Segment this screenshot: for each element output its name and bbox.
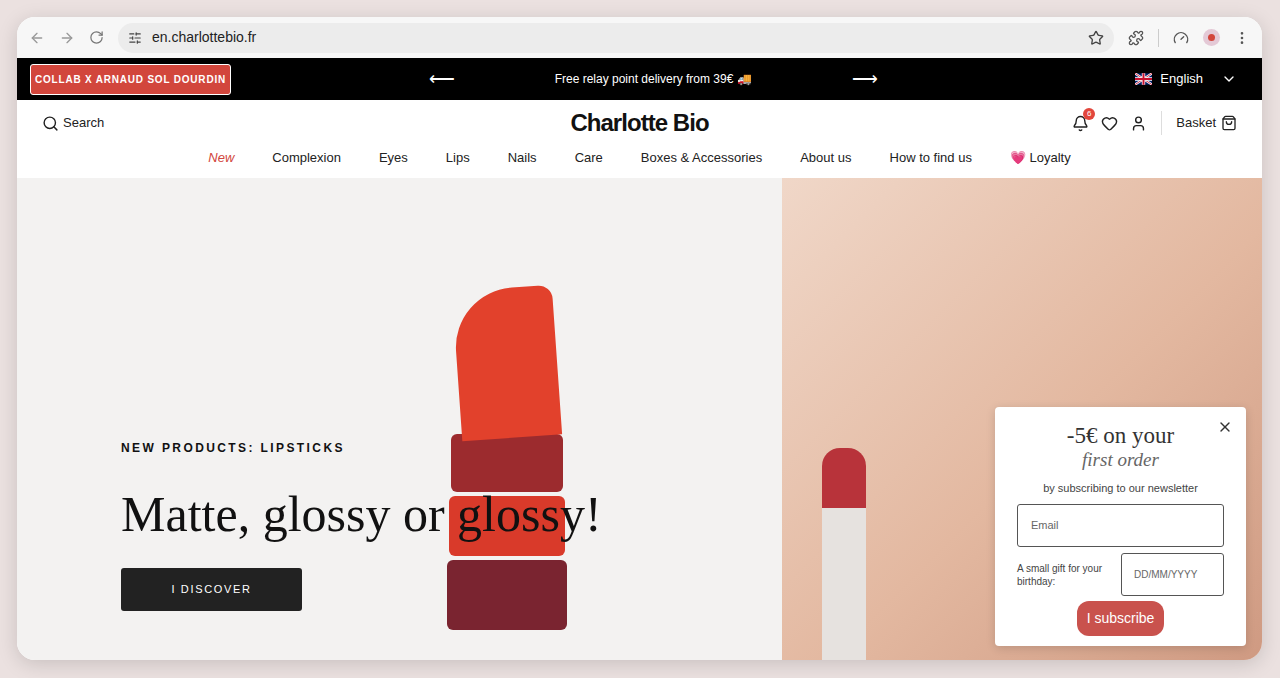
basket-label[interactable]: Basket	[1176, 113, 1216, 133]
announcement-bar: COLLAB X ARNAUD SOL DOURDIN ⟵ Free relay p…	[17, 58, 1262, 100]
chevron-down-icon[interactable]	[1221, 71, 1237, 87]
lipstick-slice	[451, 434, 563, 492]
nav-item[interactable]: Complexion	[272, 148, 341, 168]
reload-icon[interactable]	[89, 30, 104, 45]
language-selector[interactable]: English	[1135, 69, 1249, 89]
basket-button[interactable]: Basket	[1176, 113, 1237, 133]
nav-item[interactable]: New	[208, 148, 234, 168]
hero-title: Matte, glossy or glossy!	[121, 487, 782, 542]
nav-item[interactable]: Boxes & Accessories	[641, 148, 762, 168]
subscribe-button[interactable]: I subscribe	[1077, 601, 1165, 636]
toolbar-separator	[1158, 29, 1159, 47]
previous-arrow[interactable]: ⟵	[429, 66, 455, 93]
birthday-placeholder[interactable]: DD/MM/YYYY	[1134, 567, 1197, 582]
search-label[interactable]: Search	[63, 113, 104, 133]
announcement-message: Free relay point delivery from 39€ 🚚	[555, 70, 752, 88]
url-text[interactable]: en.charlottebio.fr	[152, 27, 1078, 48]
announcement-carousel: ⟵ Free relay point delivery from 39€ 🚚 ⟶	[231, 66, 1135, 93]
forward-icon[interactable]	[59, 30, 75, 46]
birthday-row: A small gift for your birthday: DD/MM/YYY…	[1017, 553, 1224, 596]
account-user-icon[interactable]	[1130, 115, 1147, 132]
notifications-button[interactable]: 6	[1072, 115, 1089, 132]
header-actions: 6 Basket	[839, 111, 1237, 135]
language-label[interactable]: English	[1160, 69, 1203, 89]
browser-toolbar: en.charlottebio.fr	[17, 17, 1262, 58]
popup-subtitle-italic: first order	[1082, 449, 1159, 472]
notifications-badge: 6	[1083, 108, 1095, 120]
logo[interactable]: Charlotte Bio	[440, 111, 838, 135]
site-settings-icon[interactable]	[128, 31, 142, 45]
email-input[interactable]: Email	[1017, 504, 1224, 547]
popup-description: by subscribing to our newsletter	[1043, 480, 1198, 497]
uk-flag-icon	[1135, 73, 1152, 85]
nav-item[interactable]: Care	[575, 148, 603, 168]
search-icon[interactable]	[42, 115, 59, 132]
close-icon[interactable]	[1217, 419, 1233, 435]
nav-item[interactable]: Nails	[508, 148, 537, 168]
hero-eyebrow: NEW PRODUCTS: LIPSTICKS	[121, 439, 782, 457]
menu-icon[interactable]	[1234, 30, 1250, 46]
hero-left-panel: NEW PRODUCTS: LIPSTICKS Matte, glossy or …	[17, 178, 782, 660]
browser-window: en.charlottebio.fr COLLAB X ARNAUD SOL DO…	[17, 17, 1262, 660]
lipstick-tip	[452, 285, 562, 442]
lipstick-slice	[447, 560, 567, 630]
wishlist-heart-icon[interactable]	[1101, 115, 1118, 132]
nav-item[interactable]: About us	[800, 148, 851, 168]
nav-item[interactable]: 💗 Loyalty	[1010, 148, 1071, 168]
bag-icon[interactable]	[1221, 115, 1237, 131]
header-separator	[1161, 111, 1162, 135]
discover-button[interactable]: I DISCOVER	[121, 568, 302, 611]
birthday-input[interactable]: DD/MM/YYYY	[1121, 553, 1224, 596]
extensions-icon[interactable]	[1128, 30, 1144, 46]
profile-avatar-icon[interactable]	[1203, 29, 1220, 46]
nav-item[interactable]: Lips	[446, 148, 470, 168]
nav-item[interactable]: How to find us	[890, 148, 972, 168]
photo-lipstick	[822, 448, 866, 660]
collab-button[interactable]: COLLAB X ARNAUD SOL DOURDIN	[30, 64, 231, 95]
next-arrow[interactable]: ⟶	[852, 66, 878, 93]
newsletter-popup: -5€ on yourfirst order by subscribing to …	[995, 407, 1246, 646]
bookmark-star-icon[interactable]	[1088, 30, 1104, 46]
header-top-row: Search Charlotte Bio 6 Basket	[17, 100, 1262, 146]
hero-content: NEW PRODUCTS: LIPSTICKS Matte, glossy or …	[17, 178, 782, 660]
performance-icon[interactable]	[1173, 30, 1189, 46]
hero: NEW PRODUCTS: LIPSTICKS Matte, glossy or …	[17, 178, 1262, 660]
birthday-label: A small gift for your birthday:	[1017, 562, 1113, 588]
photo-lipstick-bullet	[822, 448, 866, 508]
site-header: Search Charlotte Bio 6 Basket New Complexion E…	[17, 100, 1262, 178]
search-button[interactable]: Search	[42, 113, 440, 133]
hero-right-photo: -5€ on yourfirst order by subscribing to …	[782, 178, 1262, 660]
photo-lipstick-case	[822, 508, 866, 660]
desktop: en.charlottebio.fr COLLAB X ARNAUD SOL DO…	[0, 0, 1280, 678]
lipstick-photo	[427, 288, 587, 630]
avatar-dot	[1208, 34, 1215, 41]
back-icon[interactable]	[29, 30, 45, 46]
popup-title: -5€ on your	[1067, 423, 1174, 448]
nav-item[interactable]: Eyes	[379, 148, 408, 168]
address-bar[interactable]: en.charlottebio.fr	[118, 23, 1114, 53]
main-nav: New Complexion Eyes Lips Nails Care Boxes & Ac…	[17, 146, 1262, 178]
email-placeholder[interactable]: Email	[1031, 517, 1059, 534]
